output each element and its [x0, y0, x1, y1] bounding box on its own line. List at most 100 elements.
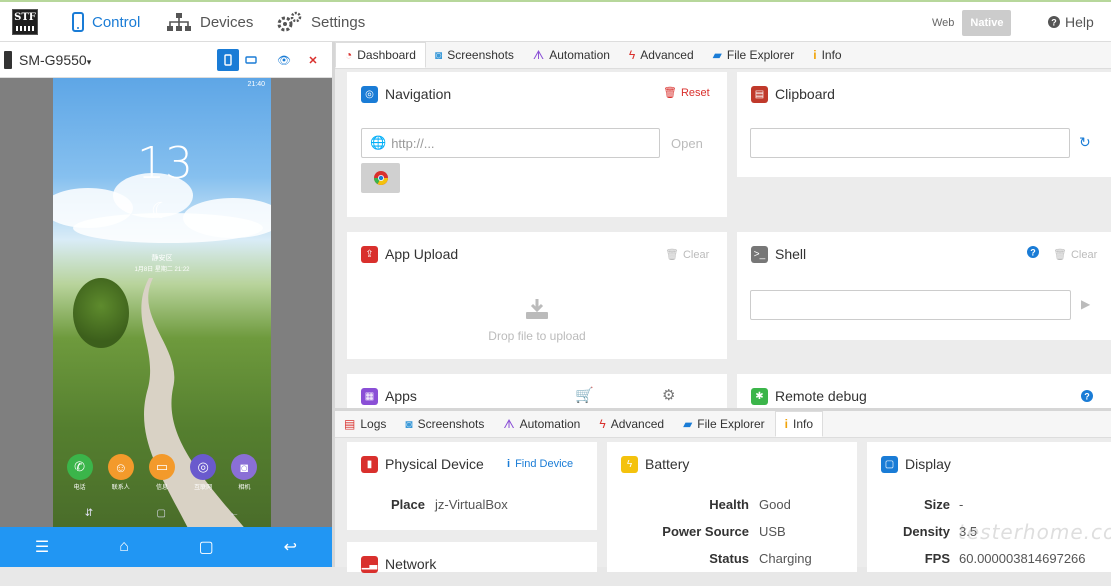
physical-device-title: ▮ Physical Device — [361, 442, 484, 486]
tab-advanced[interactable]: ϟ Advanced — [590, 411, 674, 437]
find-device-button[interactable]: i Find Device — [507, 458, 573, 470]
view-native-button[interactable]: Native — [962, 10, 1012, 36]
display-title-text: Display — [905, 456, 951, 472]
upload-icon: ⇪ — [361, 245, 378, 263]
dock-app-label: 信息 — [155, 485, 168, 491]
close-device-button[interactable]: ✕ — [302, 49, 324, 71]
bottom-tab-bar: ▤ Logs ◙ Screenshots ᗑ Automation ϟ Advanced… — [335, 411, 1111, 438]
tab-automation[interactable]: ᗑ Automation — [524, 42, 620, 68]
reset-button[interactable]: 🗑 Reset — [663, 86, 710, 100]
nav-control[interactable]: Control — [72, 2, 140, 42]
dock-app[interactable]: ☺ 联系人 — [107, 454, 134, 491]
view-mode-toggle: Web Native — [924, 10, 1012, 36]
navigation-title-text: Navigation — [385, 86, 452, 102]
home-key-icon[interactable]: ▢ — [156, 508, 165, 519]
battery-title: ϟ Battery — [621, 442, 689, 486]
terminal-icon: >_ — [751, 245, 768, 263]
globe-icon: 🌐 — [370, 135, 387, 150]
display-key: FPS — [924, 551, 950, 566]
message-icon: ▭ — [148, 454, 175, 480]
tab-automation[interactable]: ᗑ Automation — [494, 411, 590, 437]
nav-settings[interactable]: Settings — [275, 2, 365, 42]
battery-value: Good — [759, 497, 791, 512]
tab-file-explorer[interactable]: ▰ File Explorer — [674, 411, 775, 437]
nav-settings-label: Settings — [311, 13, 366, 31]
landscape-button[interactable] — [240, 49, 262, 71]
svg-text:?: ? — [1030, 248, 1036, 258]
lockscreen-location: 静安区 — [151, 255, 173, 262]
place-value: jz-VirtualBox — [435, 497, 508, 512]
clear-upload-button[interactable]: 🗑 Clear — [665, 248, 709, 262]
device-pane: SM-G9550▾ 👁 ✕ 21:40 13 ☾ 静安区 1月8日 星期二 21… — [0, 42, 332, 567]
recent-apps-icon[interactable]: ⇵ — [85, 508, 93, 519]
watermark: testerhome.com — [958, 520, 1111, 544]
tab-advanced[interactable]: ϟ Advanced — [620, 42, 704, 68]
clear-shell-button[interactable]: 🗑 Clear — [1053, 248, 1098, 262]
square-icon[interactable]: ▢ — [199, 537, 214, 557]
refresh-icon[interactable]: ↻ — [1079, 134, 1091, 151]
browser-button[interactable] — [361, 163, 400, 193]
dock-app[interactable]: ◙ 相机 — [231, 454, 258, 491]
tab-info[interactable]: i Info — [804, 42, 851, 68]
shell-input[interactable] — [750, 290, 1071, 320]
lockscreen-date: 1月8日 星期二 21:22 — [134, 267, 190, 273]
signal-icon: ▁▃ — [361, 555, 378, 573]
reset-label: Reset — [680, 86, 710, 99]
open-button[interactable]: Open — [671, 136, 703, 151]
camera-icon: ◙ — [434, 48, 443, 62]
question-circle-icon[interactable]: ? — [1081, 390, 1093, 405]
stf-logo[interactable]: STF — [12, 9, 38, 35]
nav-devices[interactable]: Devices — [166, 2, 253, 42]
device-selector[interactable]: SM-G9550▾ — [19, 42, 91, 80]
portrait-button[interactable] — [217, 49, 239, 71]
shell-title: >_ Shell — [751, 232, 806, 276]
back-key-icon[interactable]: ← — [229, 508, 239, 519]
tab-label: Logs — [360, 417, 387, 431]
battery-key: Power Source — [662, 524, 749, 539]
tab-label: Advanced — [640, 48, 694, 62]
home-icon[interactable]: ⌂ — [119, 538, 129, 556]
question-circle-icon[interactable]: ? — [1027, 246, 1039, 261]
dock-app[interactable]: ✆ 电话 — [66, 454, 93, 491]
tab-screenshots[interactable]: ◙ Screenshots — [426, 42, 524, 68]
app-upload-panel: ⇪ App Upload 🗑 Clear Drop file to upload — [347, 232, 727, 359]
moon-icon: ☾ — [151, 198, 171, 223]
apps-title-text: Apps — [385, 388, 417, 404]
device-screen[interactable]: 21:40 13 ☾ 静安区 1月8日 星期二 21:22 ✆ 电话 ☺ 联系人… — [53, 78, 271, 527]
url-input[interactable]: 🌐 http://... — [361, 128, 660, 158]
bolt-icon: ϟ — [628, 48, 636, 62]
menu-icon[interactable]: ☰ — [35, 537, 49, 557]
display-title: ▢ Display — [881, 442, 951, 486]
bug-icon: ✱ — [751, 387, 768, 405]
camera-icon: ◙ — [405, 417, 413, 431]
battery-title-text: Battery — [645, 456, 690, 472]
info-icon: i — [507, 458, 511, 470]
internet-icon: ◎ — [190, 454, 217, 480]
dock-app[interactable]: ▭ 信息 — [148, 454, 175, 491]
drop-zone-text[interactable]: Drop file to upload — [347, 329, 727, 343]
tab-dashboard[interactable]: ◔ Dashboard — [335, 42, 426, 68]
display-key: Density — [903, 524, 950, 539]
device-toolbar: SM-G9550▾ 👁 ✕ — [0, 42, 332, 78]
remote-debug-title-text: Remote debug — [775, 388, 867, 404]
remote-debug-panel: ✱ Remote debug ? — [737, 374, 1111, 408]
play-icon[interactable]: ▶ — [1081, 297, 1090, 311]
back-icon[interactable]: ↩ — [284, 537, 297, 557]
gear-icon[interactable]: ⚙ — [662, 386, 675, 404]
tab-screenshots[interactable]: ◙ Screenshots — [396, 411, 494, 437]
tab-logs[interactable]: ▤ Logs — [335, 411, 396, 437]
clipboard-input[interactable] — [750, 128, 1070, 158]
tab-label: Advanced — [610, 417, 665, 431]
tab-info[interactable]: i Info — [774, 411, 824, 437]
eye-button[interactable]: 👁 — [273, 49, 295, 71]
clear-label: Clear — [1070, 248, 1098, 261]
physical-device-panel: ▮ Physical Device i Find Device Place jz-… — [347, 442, 597, 530]
view-web-button[interactable]: Web — [924, 10, 962, 36]
tab-label: Automation — [519, 417, 581, 431]
apps-grid-icon: ▦ — [361, 387, 378, 405]
tab-label: Screenshots — [417, 417, 485, 431]
dock-app[interactable]: ◎ 互联网 — [190, 454, 217, 491]
help-link[interactable]: ? Help — [1048, 2, 1094, 42]
tab-file-explorer[interactable]: ▰ File Explorer — [704, 42, 805, 68]
cart-icon[interactable]: 🛒 — [575, 386, 594, 404]
